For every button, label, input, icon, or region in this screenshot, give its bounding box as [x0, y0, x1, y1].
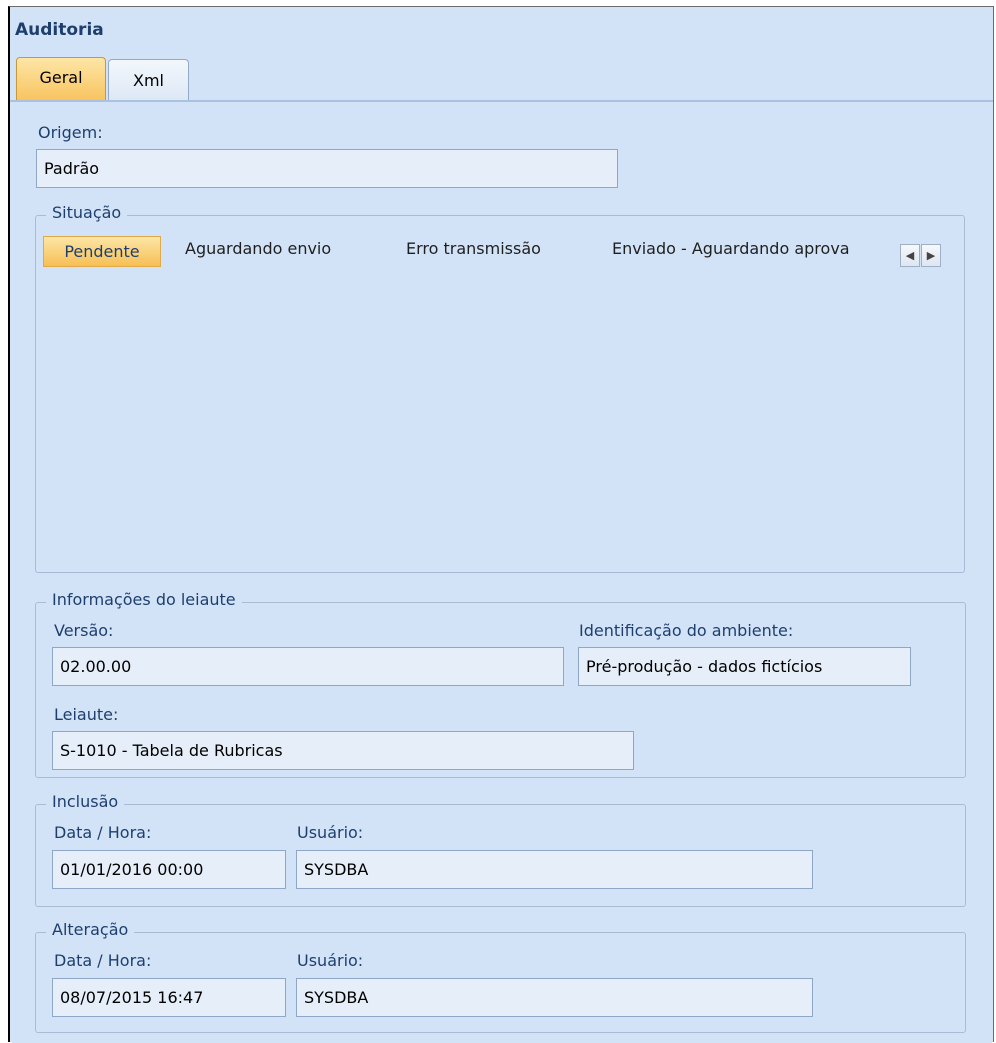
- ambiente-label: Identificação do ambiente:: [579, 621, 794, 640]
- leiaute-field[interactable]: S-1010 - Tabela de Rubricas: [52, 731, 634, 770]
- versao-label: Versão:: [54, 621, 114, 640]
- ambiente-field[interactable]: Pré-produção - dados fictícios: [578, 647, 911, 686]
- situacao-next-button[interactable]: ▶: [921, 244, 941, 267]
- situacao-item-aguardando-envio[interactable]: Aguardando envio: [185, 239, 331, 258]
- inclusao-usuario-label: Usuário:: [297, 823, 364, 842]
- situacao-group: Situação Pendente Aguardando envio Erro …: [35, 203, 965, 573]
- tab-geral[interactable]: Geral: [16, 57, 106, 101]
- situacao-strip: Pendente Aguardando envio Erro transmiss…: [36, 216, 896, 276]
- inclusao-datahora-field[interactable]: 01/01/2016 00:00: [52, 850, 286, 889]
- origem-field[interactable]: Padrão: [36, 149, 618, 188]
- alteracao-legend: Alteração: [46, 920, 135, 939]
- tab-divider: [10, 100, 993, 102]
- leiaute-legend: Informações do leiaute: [46, 590, 242, 609]
- inclusao-legend: Inclusão: [46, 792, 125, 811]
- situacao-prev-button[interactable]: ◀: [900, 244, 920, 267]
- situacao-item-enviado[interactable]: Enviado - Aguardando aprova: [612, 239, 850, 258]
- window-title: Auditoria: [15, 20, 104, 40]
- alteracao-datahora-field[interactable]: 08/07/2015 16:47: [52, 978, 286, 1017]
- leiaute-label: Leiaute:: [54, 705, 119, 724]
- situacao-item-erro-transmissao[interactable]: Erro transmissão: [406, 239, 541, 258]
- situacao-item-pendente[interactable]: Pendente: [43, 236, 161, 267]
- arrow-left-icon: ◀: [905, 249, 915, 262]
- alteracao-usuario-field[interactable]: SYSDBA: [296, 978, 813, 1017]
- tab-xml[interactable]: Xml: [108, 59, 189, 101]
- alteracao-usuario-label: Usuário:: [297, 951, 364, 970]
- alteracao-datahora-label: Data / Hora:: [54, 951, 152, 970]
- auditoria-window: Auditoria Geral Xml Origem: Padrão Situa…: [8, 6, 994, 1043]
- origem-label: Origem:: [38, 123, 103, 142]
- inclusao-usuario-field[interactable]: SYSDBA: [296, 850, 813, 889]
- geral-panel: Origem: Padrão Situação Pendente Aguarda…: [12, 103, 992, 1043]
- versao-field[interactable]: 02.00.00: [52, 647, 564, 686]
- inclusao-datahora-label: Data / Hora:: [54, 823, 152, 842]
- arrow-right-icon: ▶: [926, 249, 936, 262]
